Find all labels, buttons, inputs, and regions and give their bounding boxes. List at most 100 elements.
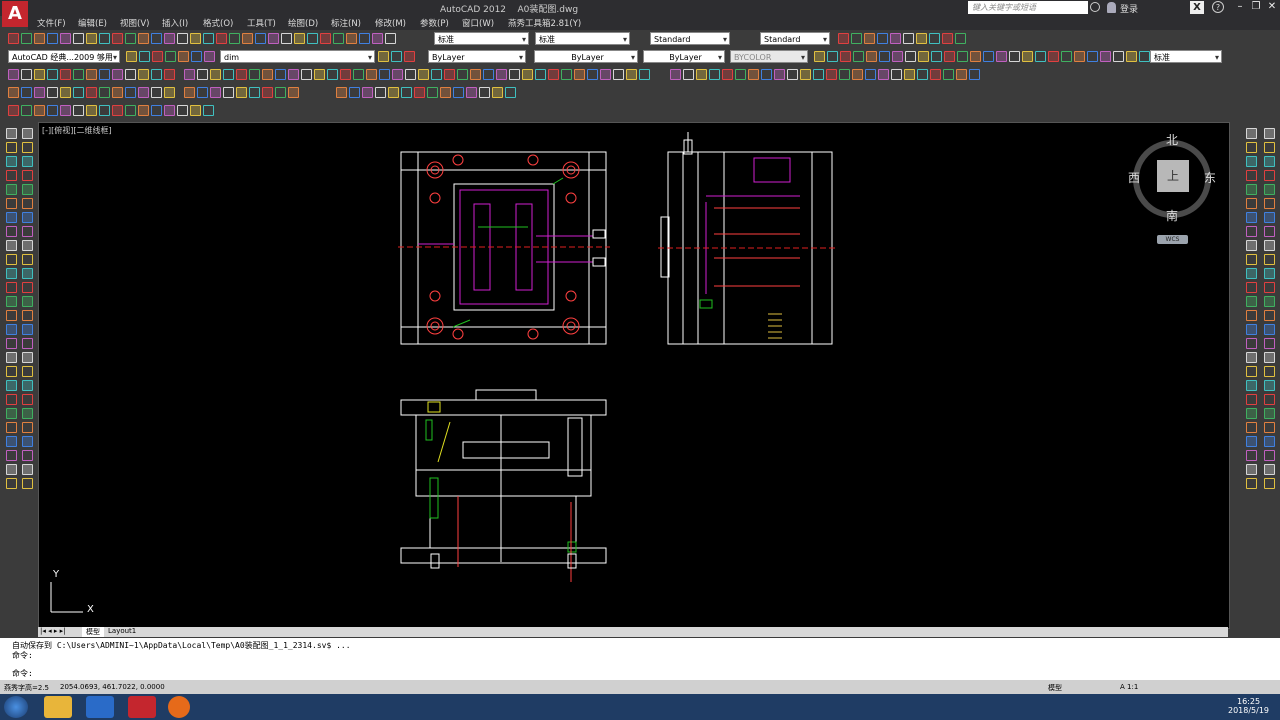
toolbar-button-icon[interactable] (1264, 212, 1275, 223)
toolbar-button-icon[interactable] (1264, 394, 1275, 405)
toolbar-button-icon[interactable] (6, 352, 17, 363)
toolbar-button-icon[interactable] (1246, 296, 1257, 307)
toolbar-button-icon[interactable] (22, 156, 33, 167)
toolbar-button-icon[interactable] (1246, 268, 1257, 279)
compass-east[interactable]: 东 (1204, 169, 1216, 186)
toolbar-button-icon[interactable] (6, 310, 17, 321)
toolbar-button-icon[interactable] (1246, 464, 1257, 475)
toolbar-button-icon[interactable] (1246, 226, 1257, 237)
toolbar-button-icon[interactable] (22, 184, 33, 195)
compass-north[interactable]: 北 (1166, 131, 1178, 148)
toolbar-button-icon[interactable] (22, 324, 33, 335)
toolbar-button-icon[interactable] (1246, 352, 1257, 363)
compass-west[interactable]: 西 (1128, 169, 1140, 186)
command-window[interactable]: 自动保存到 C:\Users\ADMINI~1\AppData\Local\Te… (0, 638, 1280, 680)
toolbar-button-icon[interactable] (22, 408, 33, 419)
toolbar-button-icon[interactable] (6, 464, 17, 475)
toolbar-button-icon[interactable] (1246, 310, 1257, 321)
toolbar-button-icon[interactable] (1246, 198, 1257, 209)
toolbar-button-icon[interactable] (6, 478, 17, 489)
toolbar-button-icon[interactable] (6, 324, 17, 335)
autocad-taskbar-icon[interactable] (128, 696, 156, 718)
toolbar-button-icon[interactable] (1264, 338, 1275, 349)
toolbar-button-icon[interactable] (22, 268, 33, 279)
drawing-svg[interactable]: Y X (38, 122, 1228, 627)
toolbar-button-icon[interactable] (6, 226, 17, 237)
toolbar-button-icon[interactable] (6, 184, 17, 195)
toolbar-button-icon[interactable] (6, 142, 17, 153)
toolbar-button-icon[interactable] (22, 310, 33, 321)
toolbar-button-icon[interactable] (22, 478, 33, 489)
compass-south[interactable]: 南 (1166, 207, 1178, 224)
toolbar-button-icon[interactable] (6, 394, 17, 405)
toolbar-button-icon[interactable] (1246, 408, 1257, 419)
toolbar-button-icon[interactable] (1246, 366, 1257, 377)
toolbar-button-icon[interactable] (6, 450, 17, 461)
toolbar-button-icon[interactable] (6, 380, 17, 391)
toolbar-button-icon[interactable] (1246, 170, 1257, 181)
toolbar-button-icon[interactable] (1264, 282, 1275, 293)
toolbar-button-icon[interactable] (1246, 422, 1257, 433)
toolbar-button-icon[interactable] (1246, 212, 1257, 223)
system-clock[interactable]: 16:25 2018/5/19 (1228, 697, 1269, 715)
toolbar-button-icon[interactable] (1246, 156, 1257, 167)
toolbar-button-icon[interactable] (1264, 184, 1275, 195)
toolbar-button-icon[interactable] (1246, 478, 1257, 489)
toolbar-button-icon[interactable] (1264, 170, 1275, 181)
toolbar-button-icon[interactable] (22, 352, 33, 363)
toolbar-button-icon[interactable] (22, 296, 33, 307)
toolbar-button-icon[interactable] (1246, 282, 1257, 293)
toolbar-button-icon[interactable] (1246, 324, 1257, 335)
toolbar-button-icon[interactable] (22, 422, 33, 433)
wcs-menu[interactable]: WCS (1157, 235, 1188, 244)
toolbar-button-icon[interactable] (22, 170, 33, 181)
toolbar-button-icon[interactable] (6, 366, 17, 377)
toolbar-button-icon[interactable] (1264, 142, 1275, 153)
toolbar-button-icon[interactable] (6, 198, 17, 209)
toolbar-button-icon[interactable] (6, 170, 17, 181)
toolbar-button-icon[interactable] (6, 212, 17, 223)
toolbar-button-icon[interactable] (6, 408, 17, 419)
toolbar-button-icon[interactable] (6, 338, 17, 349)
toolbar-button-icon[interactable] (1246, 380, 1257, 391)
toolbar-button-icon[interactable] (22, 366, 33, 377)
toolbar-button-icon[interactable] (22, 394, 33, 405)
coordinate-readout[interactable]: 2054.0693, 461.7022, 0.0000 (60, 683, 165, 691)
toolbar-button-icon[interactable] (22, 226, 33, 237)
toolbar-button-icon[interactable] (6, 296, 17, 307)
model-space-button[interactable]: 模型 (1048, 683, 1062, 693)
tab-layout1[interactable]: Layout1 (108, 627, 136, 635)
toolbar-button-icon[interactable] (22, 142, 33, 153)
command-input[interactable]: 命令: (12, 668, 33, 679)
toolbar-button-icon[interactable] (6, 240, 17, 251)
toolbar-button-icon[interactable] (22, 436, 33, 447)
annotation-scale[interactable]: A 1:1 (1120, 683, 1138, 691)
toolbar-button-icon[interactable] (1264, 352, 1275, 363)
tab-model[interactable]: 模型 (82, 627, 104, 637)
toolbar-button-icon[interactable] (22, 380, 33, 391)
toolbar-button-icon[interactable] (1264, 296, 1275, 307)
toolbar-button-icon[interactable] (1264, 198, 1275, 209)
toolbar-button-icon[interactable] (1264, 240, 1275, 251)
toolbar-button-icon[interactable] (1246, 394, 1257, 405)
toolbar-button-icon[interactable] (22, 282, 33, 293)
toolbar-button-icon[interactable] (1246, 142, 1257, 153)
toolbar-button-icon[interactable] (1264, 128, 1275, 139)
file-explorer-icon[interactable] (44, 696, 72, 718)
toolbar-button-icon[interactable] (1246, 254, 1257, 265)
toolbar-button-icon[interactable] (1246, 184, 1257, 195)
toolbar-button-icon[interactable] (1264, 450, 1275, 461)
toolbar-button-icon[interactable] (1264, 408, 1275, 419)
toolbar-button-icon[interactable] (22, 128, 33, 139)
toolbar-button-icon[interactable] (1246, 240, 1257, 251)
toolbar-button-icon[interactable] (1246, 450, 1257, 461)
toolbar-button-icon[interactable] (22, 240, 33, 251)
toolbar-button-icon[interactable] (1264, 310, 1275, 321)
viewcube-top-face[interactable]: 上 (1157, 160, 1189, 192)
toolbar-button-icon[interactable] (1264, 380, 1275, 391)
toolbar-button-icon[interactable] (1264, 478, 1275, 489)
toolbar-button-icon[interactable] (6, 436, 17, 447)
toolbar-button-icon[interactable] (1264, 268, 1275, 279)
toolbar-button-icon[interactable] (6, 128, 17, 139)
toolbar-button-icon[interactable] (1264, 324, 1275, 335)
